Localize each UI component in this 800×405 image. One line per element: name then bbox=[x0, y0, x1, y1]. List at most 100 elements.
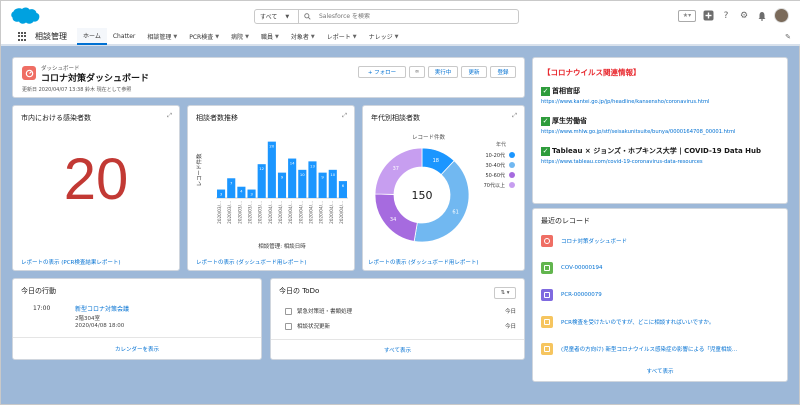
legend-label: 30-40代 bbox=[485, 162, 505, 169]
user-avatar[interactable] bbox=[774, 8, 789, 23]
recent-view-all[interactable]: すべて表示 bbox=[533, 367, 787, 375]
bar-tick-label: 2020/03/... bbox=[217, 201, 222, 224]
legend-label: 10-20代 bbox=[485, 152, 505, 159]
todo-checkbox[interactable] bbox=[285, 307, 292, 315]
chevron-down-icon: ▼ bbox=[173, 33, 178, 40]
help-icon[interactable]: ? bbox=[720, 10, 732, 22]
dashboard-icon bbox=[541, 234, 553, 247]
donut-chart-title: 年代別相談者数 bbox=[371, 114, 420, 122]
nav-item-chatter[interactable]: Chatter bbox=[107, 28, 142, 45]
favorites-star-icon[interactable]: ★▾ bbox=[678, 9, 696, 22]
todo-label[interactable]: 緊急対策班・書類処理 bbox=[297, 307, 505, 315]
bar-tick-label: 2020/04/... bbox=[329, 201, 334, 224]
info-url[interactable]: https://www.mhlw.go.jp/stf/seisakunitsui… bbox=[541, 129, 781, 135]
bar-data-label: 13 bbox=[310, 163, 315, 168]
bar-report-link[interactable]: レポートの表示 (ダッシュボード用レポート) bbox=[196, 258, 354, 266]
divider bbox=[13, 337, 261, 338]
legend-swatch bbox=[509, 172, 515, 178]
donut-data-label: 34 bbox=[390, 217, 396, 223]
chevron-down-icon: ▼ bbox=[310, 33, 315, 40]
legend-label: 50-60代 bbox=[485, 172, 505, 179]
info-url[interactable]: https://www.kantei.go.jp/jp/headline/kan… bbox=[541, 99, 781, 105]
check-icon: ✓ bbox=[541, 146, 550, 156]
corona-info-card: 【コロナウイルス関連情報】 ✓ 首相官邸 https://www.kantei.go… bbox=[532, 57, 788, 204]
todo-checkbox[interactable] bbox=[285, 322, 292, 330]
event-room: 2階304室 bbox=[75, 316, 100, 322]
event-time: 17:00 bbox=[33, 305, 51, 312]
todo-filter-dropdown[interactable]: ⇅ ▾ bbox=[494, 287, 516, 299]
gear-icon[interactable]: ⚙ bbox=[738, 10, 750, 22]
info-url[interactable]: https://www.tableau.com/covid-19-coronav… bbox=[541, 159, 781, 165]
search-input[interactable] bbox=[319, 13, 499, 20]
nav-item-home[interactable]: ホーム bbox=[77, 28, 107, 45]
bar-tick-label: 2020/04/... bbox=[288, 201, 293, 224]
recent-record-item[interactable]: COV-00000194 bbox=[541, 261, 781, 274]
dashboard-title: コロナ対策ダッシュボード bbox=[41, 74, 150, 84]
expand-icon[interactable]: ⤢ bbox=[512, 112, 517, 120]
todo-view-all[interactable]: すべて表示 bbox=[271, 346, 524, 354]
bar-mark[interactable] bbox=[267, 141, 276, 198]
recent-record-link[interactable]: コロナ対策ダッシュボード bbox=[561, 237, 627, 245]
nav-item-hospitals[interactable]: 病院 ▼ bbox=[225, 28, 255, 45]
nav-item-reports[interactable]: レポート ▼ bbox=[321, 28, 363, 45]
expand-icon[interactable]: ⤢ bbox=[167, 112, 172, 120]
donut-report-link[interactable]: レポートの表示 (ダッシュボード用レポート) bbox=[368, 258, 524, 266]
nav-item-knowledge[interactable]: ナレッジ ▼ bbox=[363, 28, 405, 45]
search-scope-select[interactable]: すべて ▼ bbox=[255, 10, 299, 23]
todo-item: 緊急対策班・書類処理 今日 bbox=[285, 306, 516, 316]
infection-count-card: 市内における感染者数 ⤢ 20 レポートの表示 (PCR検査結果レポート) bbox=[12, 105, 180, 271]
recent-record-list: コロナ対策ダッシュボード COV-00000194 PCR-00000079 PCR検… bbox=[541, 234, 781, 369]
expand-icon[interactable]: ⤢ bbox=[342, 112, 347, 120]
chevron-down-icon: ▼ bbox=[245, 33, 249, 40]
record-icon bbox=[541, 261, 553, 274]
todo-title: 今日の ToDo bbox=[279, 287, 320, 295]
info-link-item: ✓ 厚生労働省 https://www.mhlw.go.jp/stf/seisaku… bbox=[541, 116, 781, 135]
search-scope-label: すべて bbox=[260, 14, 278, 21]
nav-item-staff[interactable]: 職員 ▼ bbox=[255, 28, 285, 45]
bar-y-axis-label: レコード件数 bbox=[195, 153, 203, 187]
nav-item-subjects[interactable]: 対象者 ▼ bbox=[285, 28, 321, 45]
bar-tick-label: 2020/03/... bbox=[248, 201, 253, 224]
recent-record-link[interactable]: PCR検査を受けたいのですが、どこに相談すればいいですか。 bbox=[561, 318, 714, 326]
check-icon: ✓ bbox=[541, 116, 550, 126]
dashboard-header-card: ダッシュボード コロナ対策ダッシュボード 更新日 2020/04/07 13:3… bbox=[12, 57, 525, 98]
global-actions-icon[interactable] bbox=[702, 10, 714, 22]
link-icon-button[interactable]: ∞ bbox=[409, 66, 425, 78]
info-link-item: ✓ Tableau × ジョンズ・ホプキンス大学 | COVID-19 Data … bbox=[541, 146, 781, 165]
app-launcher-icon[interactable] bbox=[18, 32, 27, 41]
recent-records-card: 最近のレコード コロナ対策ダッシュボード COV-00000194 PCR-0000… bbox=[532, 208, 788, 382]
refresh-button[interactable]: 更新 bbox=[461, 66, 487, 78]
recent-record-link[interactable]: PCR-00000079 bbox=[561, 292, 602, 298]
recent-record-link[interactable]: (児童者の方向け) 新型コロナウイルス感染症の影響による「児童相談... bbox=[561, 345, 737, 353]
nav-item-consultations[interactable]: 相談管理 ▼ bbox=[141, 28, 183, 45]
edit-nav-icon[interactable]: ✎ bbox=[785, 33, 791, 41]
recent-record-item[interactable]: PCR-00000079 bbox=[541, 288, 781, 301]
metric-report-link[interactable]: レポートの表示 (PCR検査結果レポート) bbox=[21, 258, 179, 266]
nav-item-pcr[interactable]: PCR検査 ▼ bbox=[183, 28, 225, 45]
bell-icon[interactable] bbox=[756, 10, 768, 22]
salesforce-logo[interactable] bbox=[10, 7, 40, 25]
todo-label[interactable]: 相談状況更新 bbox=[297, 322, 505, 330]
chevron-down-icon: ▼ bbox=[394, 33, 399, 40]
recent-record-item[interactable]: PCR検査を受けたいのですが、どこに相談すればいいですか。 bbox=[541, 315, 781, 328]
event-range: 2020/04/08 18:00 bbox=[75, 323, 125, 329]
running-button[interactable]: 実行中 bbox=[428, 66, 458, 78]
recent-record-link[interactable]: COV-00000194 bbox=[561, 265, 603, 271]
event-subject[interactable]: 新型コロナ対策会議 bbox=[75, 304, 129, 313]
recent-record-item[interactable]: コロナ対策ダッシュボード bbox=[541, 234, 781, 247]
recent-title: 最近のレコード bbox=[541, 217, 590, 225]
chevron-down-icon: ▼ bbox=[285, 13, 290, 20]
bar-data-label: 10 bbox=[330, 172, 335, 177]
divider bbox=[271, 339, 524, 340]
bar-chart-title: 相談者数推移 bbox=[196, 114, 238, 122]
check-icon: ✓ bbox=[541, 86, 550, 96]
global-header: すべて ▼ ★▾ ? ⚙ bbox=[1, 1, 800, 29]
metric-value: 20 bbox=[63, 147, 129, 212]
bar-tick-label: 2020/04/... bbox=[339, 201, 344, 224]
calendar-link[interactable]: カレンダーを表示 bbox=[13, 345, 261, 353]
chevron-down-icon: ▼ bbox=[352, 33, 357, 40]
subscribe-button[interactable]: 登録 bbox=[490, 66, 516, 78]
bar-tick-label: 2020/04/... bbox=[268, 201, 273, 224]
follow-button[interactable]: + フォロー bbox=[358, 66, 406, 78]
recent-record-item[interactable]: (児童者の方向け) 新型コロナウイルス感染症の影響による「児童相談... bbox=[541, 342, 781, 355]
